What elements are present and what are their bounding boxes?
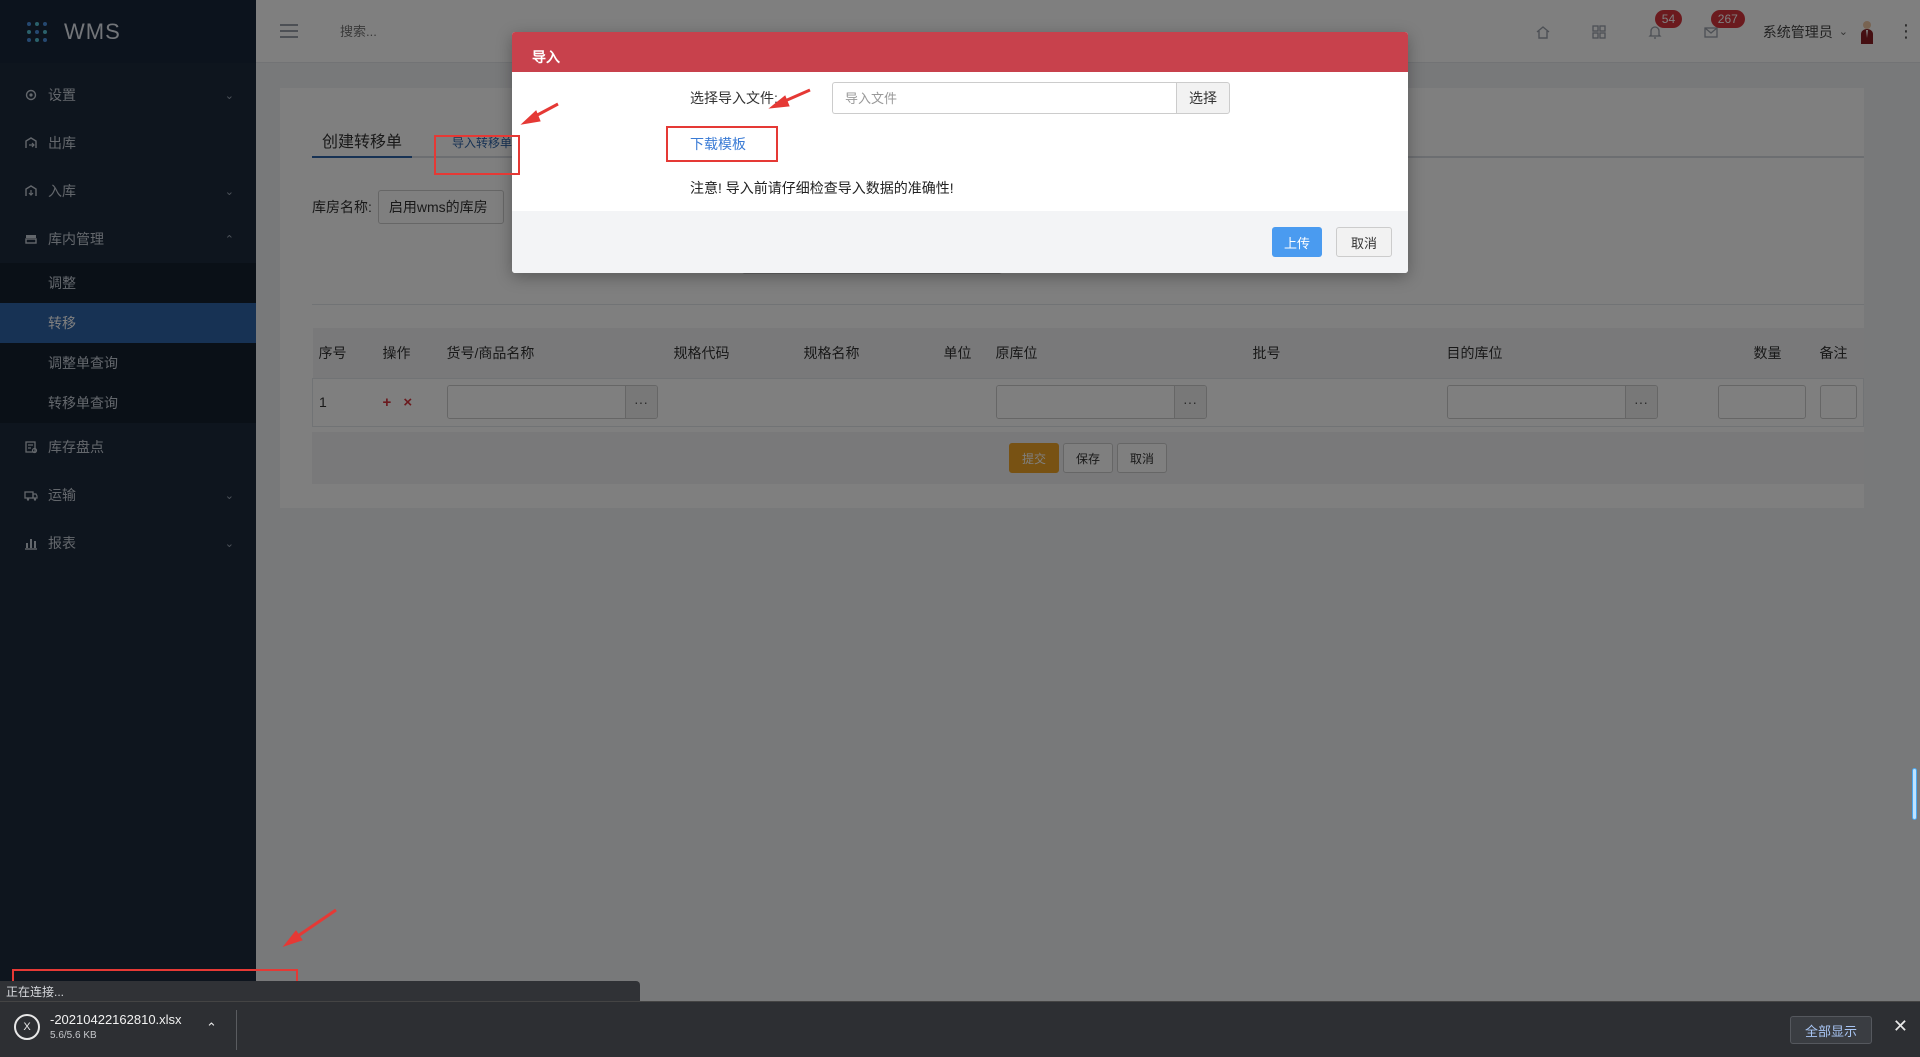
show-all-downloads-button[interactable]: 全部显示 [1789,1016,1872,1044]
scrollbar-thumb[interactable] [1912,768,1917,820]
annotation-box-import-tab [434,135,520,175]
divider [236,1010,237,1050]
browser-status-bar: 正在连接... [0,981,640,1001]
excel-file-icon: X [14,1013,40,1040]
dialog-body: 选择导入文件: 选择 下载模板 注意! 导入前请仔细检查导入数据的准确性! [512,72,1408,211]
close-icon[interactable]: ✕ [1893,1016,1908,1037]
dialog-footer: 上传 取消 [512,211,1408,273]
import-dialog: 导入 选择导入文件: 选择 下载模板 注意! 导入前请仔细检查导入数据的准确性!… [512,32,1408,273]
choose-file-button[interactable]: 选择 [1176,82,1230,114]
dialog-cancel-button[interactable]: 取消 [1336,227,1392,257]
download-shelf: X -20210422162810.xlsx 5.6/5.6 KB ⌃ 全部显示… [0,1001,1920,1057]
download-progress: 5.6/5.6 KB [50,1030,97,1041]
file-label: 选择导入文件: [690,90,778,106]
import-notice: 注意! 导入前请仔细检查导入数据的准确性! [690,180,954,196]
chevron-up-icon[interactable]: ⌃ [206,1020,217,1036]
download-item[interactable]: X -20210422162810.xlsx 5.6/5.6 KB [14,1012,182,1041]
upload-button[interactable]: 上传 [1272,227,1322,257]
download-file-name: -20210422162810.xlsx [50,1012,182,1027]
dialog-title: 导入 [512,32,1408,72]
annotation-box-download-template [666,126,778,162]
import-file-input[interactable] [832,82,1176,114]
